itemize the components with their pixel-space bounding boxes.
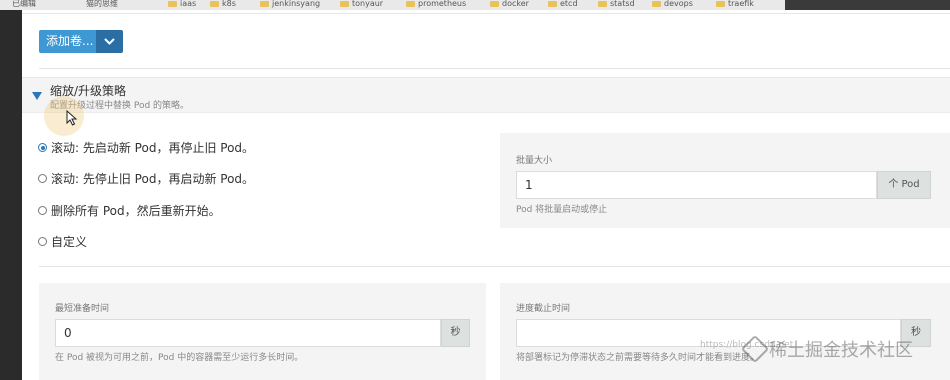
bookmark-item[interactable]: statsd — [598, 0, 635, 10]
cursor-highlight — [44, 96, 84, 136]
batch-size-help: Pod 将批量启动或停止 — [516, 205, 608, 215]
bookmark-item[interactable]: iaas — [168, 0, 196, 10]
radio-label: 滚动: 先启动新 Pod，再停止旧 Pod。 — [51, 141, 255, 155]
bookmark-item[interactable]: 已编辑 — [12, 0, 36, 10]
bookmark-item[interactable]: traefik — [716, 0, 754, 10]
bookmark-item[interactable]: devops — [652, 0, 693, 10]
bookmark-item[interactable]: jenkinsyang — [260, 0, 320, 10]
folder-icon — [340, 1, 349, 7]
divider — [22, 13, 950, 14]
juejin-logo-icon — [740, 334, 770, 364]
watermark-text: 稀土掘金技术社区 — [769, 340, 913, 361]
progress-deadline-help: 将部署标记为停滞状态之前需要等待多久时间才能看到进度。 — [516, 353, 760, 363]
min-ready-unit: 秒 — [441, 319, 470, 347]
bookmark-item[interactable]: docker — [490, 0, 529, 10]
folder-icon — [652, 1, 661, 7]
divider — [39, 68, 950, 69]
min-ready-input[interactable]: 0 — [55, 319, 441, 347]
progress-deadline-label: 进度截止时间 — [516, 304, 571, 314]
radio-button[interactable] — [38, 143, 47, 152]
radio-label: 自定义 — [51, 235, 88, 249]
batch-size-unit: 个 Pod — [877, 171, 931, 199]
bookmark-item[interactable]: etcd — [548, 0, 578, 10]
mouse-pointer-icon — [66, 110, 78, 126]
folder-icon — [406, 1, 415, 7]
min-ready-label: 最短准备时间 — [55, 304, 110, 314]
radio-button[interactable] — [38, 237, 47, 246]
radio-rolling-start-first[interactable]: 滚动: 先启动新 Pod，再停止旧 Pod。 — [38, 139, 254, 156]
bookmark-item[interactable]: tonyaur — [340, 0, 383, 10]
folder-icon — [716, 1, 725, 7]
folder-icon — [548, 1, 557, 7]
radio-custom[interactable]: 自定义 — [38, 233, 87, 250]
bookmark-item[interactable]: 猫的思维 — [86, 0, 118, 10]
radio-rolling-stop-first[interactable]: 滚动: 先停止旧 Pod，再启动新 Pod。 — [38, 170, 254, 187]
add-volume-button[interactable]: 添加卷... — [39, 30, 124, 53]
chevron-down-icon[interactable] — [96, 30, 124, 53]
bookmarks-bar: 已编辑 猫的思维 iaas k8s jenkinsyang tonyaur pr… — [0, 0, 950, 10]
watermark: 稀土掘金技术社区 — [740, 334, 913, 364]
folder-icon — [598, 1, 607, 7]
folder-icon — [210, 1, 219, 7]
workload-form: 添加卷... 缩放/升级策略 配置升级过程中替换 Pod 的策略。 滚动: 先启… — [22, 10, 950, 380]
browser-extension-area — [785, 0, 950, 10]
radio-button[interactable] — [38, 174, 47, 183]
batch-size-panel: 批量大小 1 个 Pod Pod 将批量启动或停止 — [500, 133, 950, 228]
radio-label: 滚动: 先停止旧 Pod，再启动新 Pod。 — [51, 172, 255, 186]
collapse-triangle-icon[interactable] — [32, 92, 42, 100]
folder-icon — [490, 1, 499, 7]
min-ready-help: 在 Pod 被视为可用之前，Pod 中的容器需至少运行多长时间。 — [55, 353, 304, 363]
batch-size-label: 批量大小 — [516, 156, 553, 166]
divider — [39, 266, 950, 267]
progress-deadline-panel: 进度截止时间 秒 将部署标记为停滞状态之前需要等待多久时间才能看到进度。 — [500, 283, 950, 380]
batch-size-input[interactable]: 1 — [516, 171, 877, 199]
radio-label: 删除所有 Pod，然后重新开始。 — [51, 204, 221, 218]
folder-icon — [168, 1, 177, 7]
radio-recreate[interactable]: 删除所有 Pod，然后重新开始。 — [38, 202, 221, 219]
bookmark-item[interactable]: k8s — [210, 0, 236, 10]
folder-icon — [260, 1, 269, 7]
scaling-policy-header[interactable]: 缩放/升级策略 配置升级过程中替换 Pod 的策略。 — [22, 77, 950, 113]
min-ready-panel: 最短准备时间 0 秒 在 Pod 被视为可用之前，Pod 中的容器需至少运行多长… — [39, 283, 486, 380]
add-volume-label[interactable]: 添加卷... — [39, 30, 97, 53]
bookmark-item[interactable]: prometheus — [406, 0, 466, 10]
radio-button[interactable] — [38, 206, 47, 215]
